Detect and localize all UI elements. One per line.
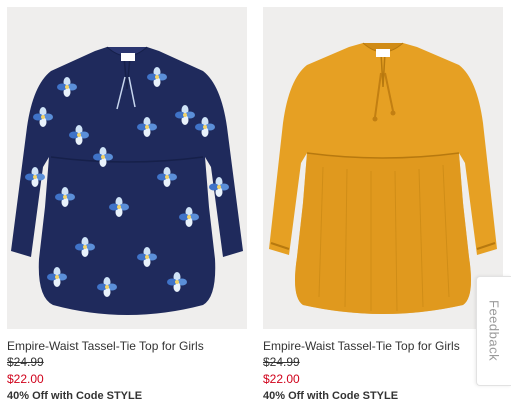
mustard-top-illustration <box>269 42 497 314</box>
sale-price: $22.00 <box>263 372 300 386</box>
feedback-tab[interactable]: Feedback <box>476 276 511 386</box>
product-title[interactable]: Empire-Waist Tassel-Tie Top for Girls <box>7 338 247 354</box>
product-grid: Empire-Waist Tassel-Tie Top for Girls $2… <box>0 0 511 412</box>
product-title[interactable]: Empire-Waist Tassel-Tie Top for Girls <box>263 338 503 354</box>
promo-text: 40% Off with Code STYLE <box>263 390 399 402</box>
product-card[interactable]: Empire-Waist Tassel-Tie Top for Girls $2… <box>7 7 247 404</box>
feedback-label: Feedback <box>486 300 502 362</box>
product-image[interactable] <box>263 7 503 329</box>
product-card[interactable]: Empire-Waist Tassel-Tie Top for Girls $2… <box>263 7 503 404</box>
navy-floral-top-illustration <box>11 46 243 315</box>
original-price: $24.99 <box>263 355 300 369</box>
product-image[interactable] <box>7 7 247 329</box>
promo-text: 40% Off with Code STYLE <box>7 390 143 402</box>
sale-price: $22.00 <box>7 372 44 386</box>
original-price: $24.99 <box>7 355 44 369</box>
